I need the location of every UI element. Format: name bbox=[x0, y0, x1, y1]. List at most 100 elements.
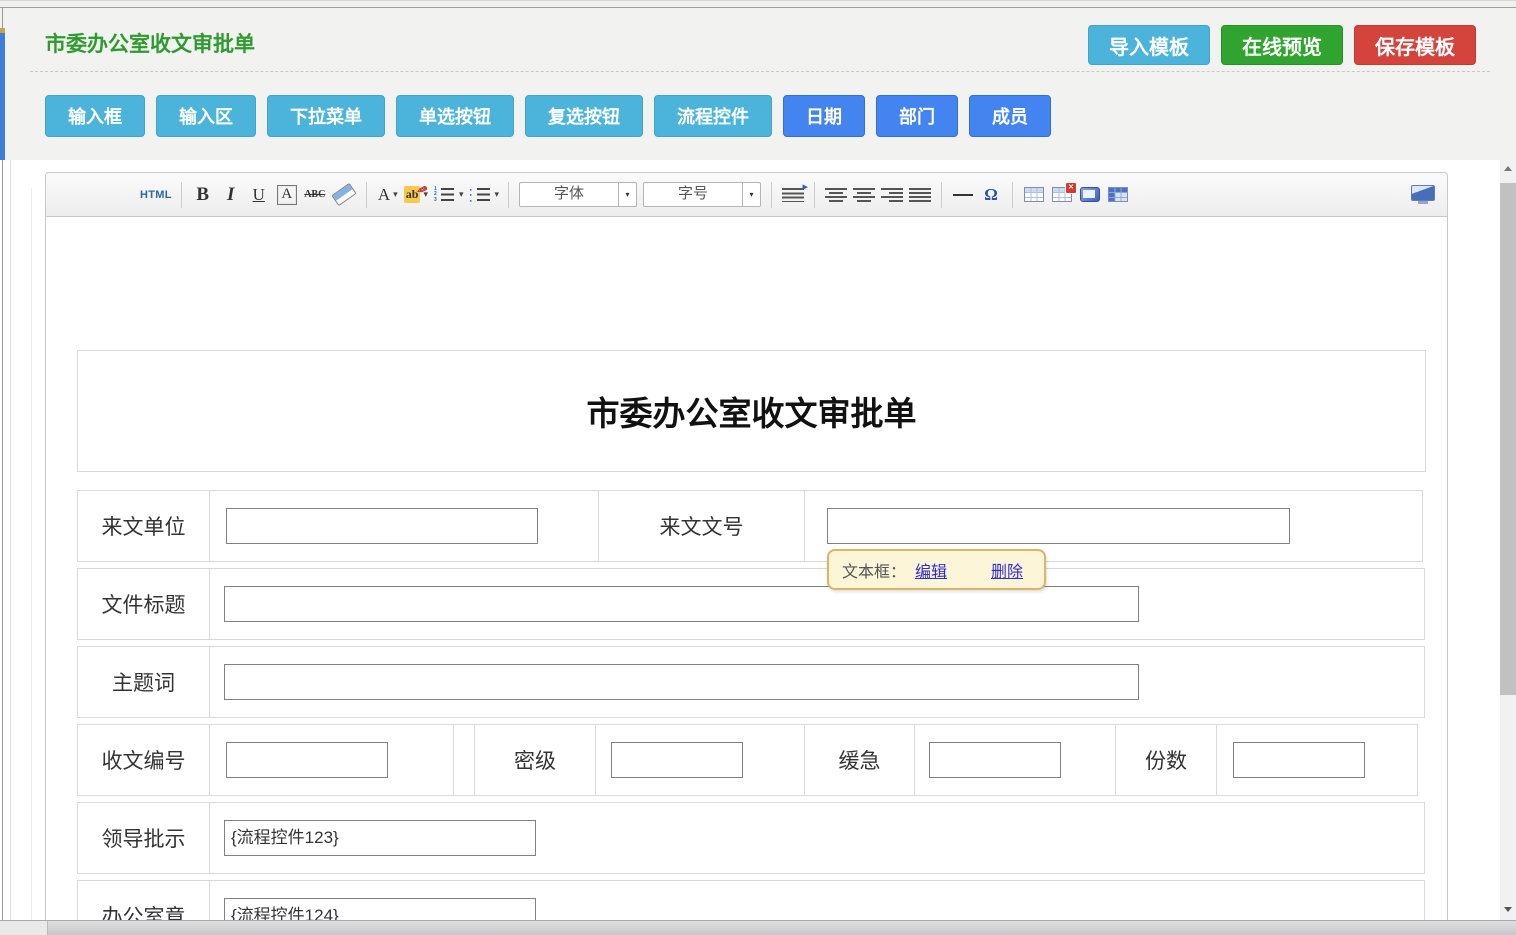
bottom-bar-left-segment bbox=[0, 921, 48, 935]
highlight-icon: ab bbox=[404, 186, 421, 203]
chevron-down-icon[interactable]: ▾ bbox=[393, 190, 398, 199]
field-label: 来文单位 bbox=[77, 490, 210, 562]
delete-table-button[interactable] bbox=[1050, 180, 1074, 210]
triangle-down-icon bbox=[1504, 907, 1512, 912]
flow-control-button[interactable]: 流程控件 bbox=[654, 95, 772, 137]
toolbar-separator bbox=[366, 182, 367, 208]
main-panel: HTMLBIUAABCA▾ab▾▾▾字体▾字号▾Ω 市委办公室收文审批单 来文单… bbox=[10, 160, 1500, 920]
horizontal-rule-icon bbox=[953, 194, 973, 196]
align-right-button[interactable] bbox=[880, 180, 904, 210]
font-family-label: 字体 bbox=[520, 183, 618, 206]
unordered-list-icon bbox=[468, 187, 492, 203]
font-size-select[interactable]: 字号▾ bbox=[643, 182, 761, 207]
radio-button-button[interactable]: 单选按钮 bbox=[396, 95, 514, 137]
html-source-button[interactable]: HTML bbox=[140, 180, 172, 210]
department-button[interactable]: 部门 bbox=[876, 95, 958, 137]
header-divider bbox=[30, 71, 1490, 72]
field-cell bbox=[1216, 724, 1418, 796]
align-left-button[interactable] bbox=[824, 180, 848, 210]
edit-link[interactable]: 编辑 bbox=[915, 558, 947, 582]
field-cell bbox=[209, 724, 454, 796]
strikethrough-button[interactable]: ABC bbox=[303, 180, 327, 210]
form-text-input[interactable]: {流程控件123} bbox=[224, 820, 536, 856]
align-justify-button[interactable] bbox=[908, 180, 932, 210]
tooltip-label: 文本框： bbox=[842, 558, 906, 582]
font-family-select[interactable]: 字体▾ bbox=[519, 182, 637, 207]
eraser-button[interactable] bbox=[331, 180, 357, 210]
table-properties-button[interactable] bbox=[1078, 180, 1102, 210]
input-area-button[interactable]: 输入区 bbox=[156, 95, 256, 137]
align-justify-icon bbox=[909, 188, 931, 202]
triangle-up-icon bbox=[1504, 166, 1512, 171]
toolbar-separator bbox=[1012, 182, 1013, 208]
toolbar-separator bbox=[181, 182, 182, 208]
checkbox-button-button[interactable]: 复选按钮 bbox=[525, 95, 643, 137]
rich-text-editor: HTMLBIUAABCA▾ab▾▾▾字体▾字号▾Ω 市委办公室收文审批单 来文单… bbox=[45, 172, 1448, 920]
form-row: 办公室意{流程控件124} bbox=[77, 880, 1426, 920]
editor-toolbar: HTMLBIUAABCA▾ab▾▾▾字体▾字号▾Ω bbox=[46, 173, 1447, 217]
scrollbar-thumb[interactable] bbox=[1500, 183, 1516, 695]
save-template-button[interactable]: 保存模板 bbox=[1354, 25, 1476, 65]
eraser-icon bbox=[331, 185, 357, 205]
font-style-button[interactable]: A bbox=[275, 180, 299, 210]
form-text-input[interactable] bbox=[929, 742, 1061, 778]
import-template-button[interactable]: 导入模板 bbox=[1088, 25, 1210, 65]
italic-button[interactable]: I bbox=[219, 180, 243, 210]
form-table: 市委办公室收文审批单 来文单位来文文号文件标题主题词收文编号密级缓急份数领导批示… bbox=[77, 350, 1426, 920]
bold-button[interactable]: B bbox=[191, 180, 215, 210]
align-center-button[interactable] bbox=[852, 180, 876, 210]
member-button[interactable]: 成员 bbox=[969, 95, 1051, 137]
highlight-button[interactable]: ab▾ bbox=[404, 180, 428, 210]
align-center-icon bbox=[853, 188, 875, 202]
chevron-down-icon[interactable]: ▾ bbox=[742, 183, 760, 206]
field-cell bbox=[595, 724, 805, 796]
chevron-down-icon[interactable]: ▾ bbox=[495, 190, 500, 199]
bold-icon: B bbox=[196, 184, 209, 206]
form-text-input[interactable] bbox=[611, 742, 743, 778]
field-label: 缓急 bbox=[804, 724, 915, 796]
field-cell: {流程控件124} bbox=[209, 880, 1425, 920]
ordered-list-icon bbox=[432, 187, 456, 203]
field-cell: {流程控件123} bbox=[209, 802, 1425, 874]
font-style-icon: A bbox=[277, 185, 297, 205]
form-text-input[interactable] bbox=[226, 742, 388, 778]
page-title: 市委办公室收文审批单 bbox=[45, 28, 255, 58]
special-char-button[interactable]: Ω bbox=[979, 180, 1003, 210]
delete-link[interactable]: 删除 bbox=[991, 558, 1023, 582]
insert-table-button[interactable] bbox=[1022, 180, 1046, 210]
chevron-down-icon[interactable]: ▾ bbox=[459, 190, 464, 199]
font-color-icon: A bbox=[378, 185, 390, 205]
form-text-input[interactable] bbox=[224, 586, 1139, 622]
font-color-button[interactable]: A▾ bbox=[376, 180, 400, 210]
online-preview-button[interactable]: 在线预览 bbox=[1221, 25, 1343, 65]
field-label: 收文编号 bbox=[77, 724, 210, 796]
ordered-list-button[interactable]: ▾ bbox=[432, 180, 464, 210]
dropdown-menu-button[interactable]: 下拉菜单 bbox=[267, 95, 385, 137]
form-text-input[interactable] bbox=[226, 508, 538, 544]
form-text-input[interactable] bbox=[1233, 742, 1365, 778]
scroll-up-button[interactable] bbox=[1500, 160, 1516, 177]
field-label: 文件标题 bbox=[77, 568, 210, 640]
fullscreen-icon bbox=[1411, 185, 1435, 204]
date-button[interactable]: 日期 bbox=[783, 95, 865, 137]
toolbar-separator bbox=[941, 182, 942, 208]
field-label: 主题词 bbox=[77, 646, 210, 718]
unordered-list-button[interactable]: ▾ bbox=[468, 180, 500, 210]
fullscreen-button[interactable] bbox=[1411, 180, 1435, 210]
scroll-down-button[interactable] bbox=[1500, 901, 1516, 918]
form-text-input[interactable] bbox=[827, 508, 1290, 544]
vertical-scrollbar[interactable] bbox=[1500, 160, 1516, 920]
indent-icon bbox=[782, 188, 804, 202]
form-title: 市委办公室收文审批单 bbox=[77, 350, 1426, 472]
horizontal-rule-button[interactable] bbox=[951, 180, 975, 210]
editor-content[interactable]: 市委办公室收文审批单 来文单位来文文号文件标题主题词收文编号密级缓急份数领导批示… bbox=[46, 217, 1447, 920]
table-cells-button[interactable] bbox=[1106, 180, 1130, 210]
form-text-input[interactable]: {流程控件124} bbox=[224, 898, 536, 920]
form-text-input[interactable] bbox=[224, 664, 1139, 700]
table-properties-icon bbox=[1080, 187, 1100, 202]
form-row: 领导批示{流程控件123} bbox=[77, 802, 1426, 874]
indent-button[interactable] bbox=[781, 180, 805, 210]
chevron-down-icon[interactable]: ▾ bbox=[618, 183, 636, 206]
underline-button[interactable]: U bbox=[247, 180, 271, 210]
input-box-button[interactable]: 输入框 bbox=[45, 95, 145, 137]
